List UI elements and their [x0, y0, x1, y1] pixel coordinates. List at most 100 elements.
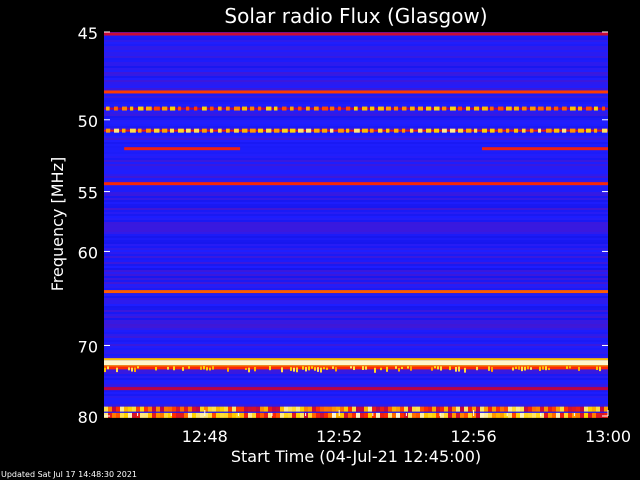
texture-row [104, 162, 608, 164]
band-patch [244, 406, 248, 412]
band-dot [482, 128, 487, 133]
texture-row [104, 326, 608, 328]
band-patch [556, 406, 560, 412]
texture-row [104, 100, 608, 102]
band-patch [228, 412, 232, 418]
texture-row [104, 188, 608, 190]
band-patch [264, 412, 268, 418]
x-tick-label: 12:48 [182, 427, 228, 446]
band-patch [360, 406, 364, 412]
band-patch [544, 412, 548, 418]
band-patch [392, 406, 396, 412]
band-patch [380, 412, 384, 418]
band-dot [370, 106, 375, 111]
band-patch [180, 412, 184, 418]
band-dot [106, 128, 111, 133]
band-speckle [464, 367, 466, 373]
band-speckle [323, 367, 325, 370]
band-dot [514, 106, 519, 111]
plot-area [104, 32, 608, 418]
emission-band [104, 182, 608, 186]
band-speckle [407, 366, 409, 369]
band-patch [172, 412, 176, 418]
band-patch [444, 406, 448, 412]
band-speckle [131, 367, 133, 372]
band-dot [178, 128, 184, 133]
texture-row [104, 404, 608, 406]
band-speckle [311, 366, 313, 369]
texture-row [104, 372, 608, 374]
band-dot [138, 106, 144, 111]
band-dot [538, 106, 544, 111]
band-patch [564, 406, 568, 412]
band-speckle [374, 367, 376, 373]
band-dot [394, 106, 399, 111]
band-speckle [314, 367, 316, 371]
band-patch [432, 406, 436, 412]
texture-row [104, 262, 608, 264]
band-patch [492, 412, 496, 418]
band-patch [284, 412, 288, 418]
emission-band [104, 290, 608, 294]
texture-row [104, 346, 608, 348]
band-patch [600, 412, 604, 418]
band-patch [212, 412, 216, 418]
band-dot [162, 128, 168, 133]
emission-band [104, 32, 608, 36]
band-patch [256, 412, 260, 418]
band-dot [338, 128, 344, 133]
band-dot [458, 106, 463, 111]
texture-row [104, 38, 608, 40]
band-patch [476, 412, 480, 418]
texture-row [104, 156, 608, 158]
band-dot [442, 106, 447, 111]
band-speckle [281, 367, 283, 373]
texture-row [104, 272, 608, 274]
band-speckle [476, 366, 478, 371]
texture-row [104, 62, 608, 64]
texture-row [104, 198, 608, 200]
band-segment [482, 147, 608, 151]
texture-row [104, 208, 608, 210]
band-dot [210, 128, 214, 133]
band-speckle [578, 366, 580, 371]
band-patch [420, 406, 424, 412]
band-speckle [410, 366, 412, 371]
band-speckle [203, 366, 205, 370]
band-dot [362, 128, 368, 133]
band-patch [216, 412, 220, 418]
band-patch [396, 406, 400, 412]
band-patch [328, 412, 332, 418]
texture-row [104, 70, 608, 72]
band-patch [520, 406, 524, 412]
texture-row [104, 66, 608, 68]
texture-row [104, 336, 608, 338]
spectrogram-chart: Solar radio Flux (Glasgow) 455055607080 … [48, 4, 631, 466]
band-patch [348, 412, 352, 418]
band-patch [372, 406, 376, 412]
band-patch [572, 406, 576, 412]
texture-row [104, 216, 608, 218]
band-patch [196, 406, 200, 412]
band-patch [484, 406, 488, 412]
band-patch [532, 412, 536, 418]
band-dot [602, 128, 608, 133]
band-speckle [335, 367, 337, 372]
band-patch [120, 406, 124, 412]
band-dot [482, 106, 488, 111]
band-dot [522, 106, 527, 111]
band-dot [474, 106, 480, 111]
texture-row [104, 136, 608, 138]
band-patch [280, 406, 284, 412]
band-patch [588, 406, 592, 412]
band-dot [282, 106, 287, 111]
band-speckle [188, 366, 190, 369]
band-patch [272, 406, 276, 412]
band-dot [418, 128, 423, 133]
band-speckle [527, 366, 529, 370]
texture-row [104, 322, 608, 324]
texture-row [104, 300, 608, 302]
band-speckle [269, 365, 271, 371]
band-patch [292, 412, 296, 418]
band-patch [592, 406, 596, 412]
